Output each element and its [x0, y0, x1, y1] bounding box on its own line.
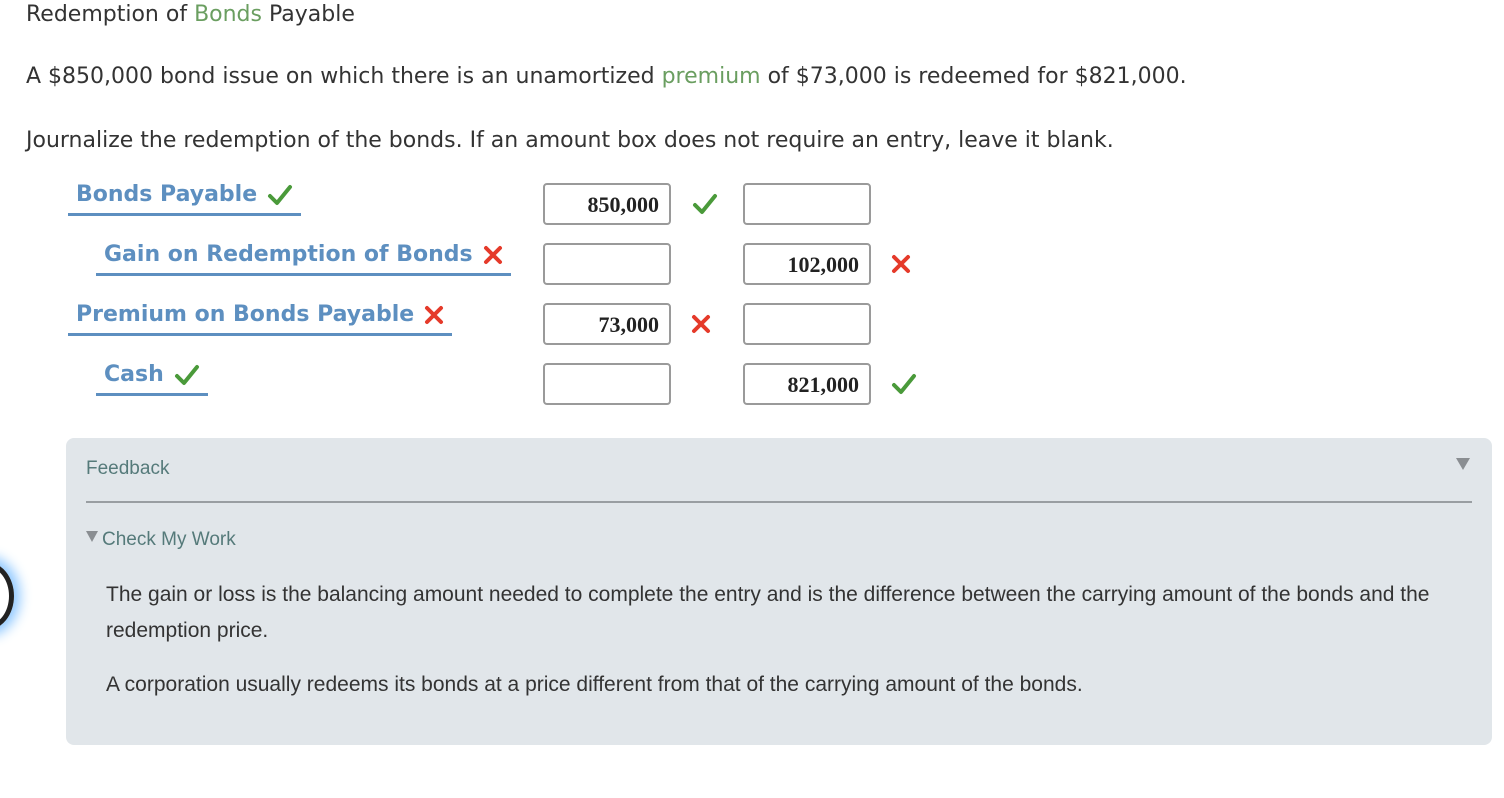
problem-prefix: A $850,000 bond issue on which there is …	[26, 64, 662, 89]
account-name: Bonds Payable	[76, 182, 258, 207]
credit-input-row-3[interactable]	[743, 303, 871, 345]
debit-input-row-1[interactable]: 850,000	[543, 183, 671, 225]
feedback-paragraph: The gain or loss is the balancing amount…	[106, 583, 1430, 642]
check-icon	[267, 183, 293, 207]
problem-statement: A $850,000 bond issue on which there is …	[26, 63, 1187, 91]
account-select-row-1[interactable]: Bonds Payable	[68, 182, 302, 216]
check-my-work-toggle[interactable]: Check My Work	[86, 529, 236, 551]
check-icon	[891, 372, 917, 400]
account-name: Premium on Bonds Payable	[76, 302, 415, 327]
x-icon	[483, 245, 503, 265]
page-title: Redemption of Bonds Payable	[26, 1, 355, 29]
account-select-row-4[interactable]: Cash	[96, 363, 208, 396]
x-icon	[424, 305, 444, 325]
account-name: Cash	[104, 362, 164, 387]
account-select-row-3[interactable]: Premium on Bonds Payable	[68, 302, 453, 336]
glossary-link-premium[interactable]: premium	[662, 64, 761, 89]
check-icon	[692, 192, 718, 220]
title-suffix: Payable	[262, 2, 355, 27]
collapse-toggle-icon[interactable]	[1456, 458, 1470, 470]
focus-ring-indicator	[0, 562, 14, 630]
debit-input-row-3[interactable]: 73,000	[543, 303, 671, 345]
credit-input-row-4[interactable]: 821,000	[743, 363, 871, 405]
divider	[86, 501, 1472, 503]
feedback-paragraph: A corporation usually redeems its bonds …	[106, 673, 1083, 696]
account-select-row-2[interactable]: Gain on Redemption of Bonds	[96, 243, 511, 276]
debit-input-row-4[interactable]	[543, 363, 671, 405]
triangle-down-icon	[86, 531, 98, 542]
credit-input-row-2[interactable]: 102,000	[743, 243, 871, 285]
feedback-panel: Feedback Check My Work The gain or loss …	[66, 438, 1492, 745]
x-icon	[891, 254, 911, 278]
instructions: Journalize the redemption of the bonds. …	[26, 128, 1114, 153]
title-prefix: Redemption of	[26, 2, 195, 27]
account-name: Gain on Redemption of Bonds	[104, 242, 473, 267]
check-icon	[174, 363, 200, 387]
glossary-link-bonds[interactable]: Bonds	[194, 2, 262, 27]
check-my-work-label: Check My Work	[102, 529, 236, 550]
problem-suffix: of $73,000 is redeemed for $821,000.	[760, 64, 1187, 89]
feedback-title: Feedback	[86, 458, 170, 479]
credit-input-row-1[interactable]	[743, 183, 871, 225]
debit-input-row-2[interactable]	[543, 243, 671, 285]
x-icon	[691, 314, 711, 338]
